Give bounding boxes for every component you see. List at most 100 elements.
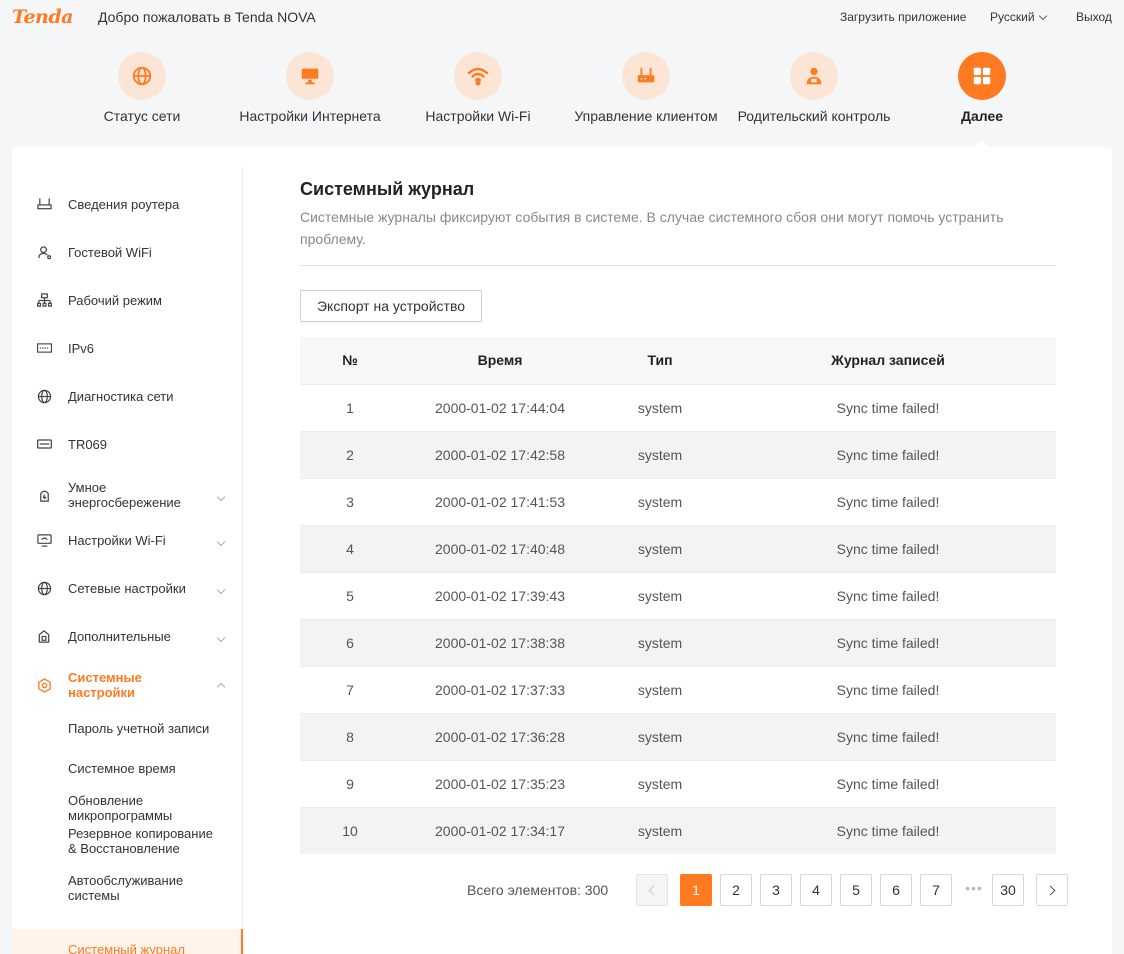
page-description: Системные журналы фиксируют события в си…: [300, 209, 1004, 247]
cell-type: system: [600, 618, 720, 666]
cell-type: system: [600, 806, 720, 854]
cell-log: Sync time failed!: [720, 712, 1056, 760]
sidebar: Сведения роутера Гостевой WiFi Рабочий р…: [12, 167, 243, 954]
nav-label: Настройки Интернета: [239, 108, 381, 124]
lock-icon: [36, 628, 52, 644]
sidebar-item-guest-wifi[interactable]: Гостевой WiFi: [12, 232, 243, 272]
chevron-down-icon: [1038, 11, 1047, 20]
cell-time: 2000-01-02 17:44:04: [400, 383, 600, 431]
sidebar-item-ipv6[interactable]: IPv6: [12, 328, 243, 368]
pagination-ellipsis[interactable]: •••: [958, 880, 990, 896]
sidebar-item-router-info[interactable]: Сведения роутера: [12, 184, 243, 224]
grid-icon: [958, 52, 1006, 100]
sidebar-item-label: Гостевой WiFi: [68, 244, 152, 260]
subitem-account-password[interactable]: Пароль учетной записи: [68, 721, 218, 736]
page-button-2[interactable]: 2: [720, 874, 752, 906]
cell-log: Sync time failed!: [720, 383, 1056, 431]
page-button-7[interactable]: 7: [920, 874, 952, 906]
language-label: Русский: [990, 10, 1035, 24]
column-header-type: Тип: [600, 337, 720, 384]
cell-type: system: [600, 524, 720, 572]
nav-label: Настройки Wi-Fi: [425, 108, 531, 124]
wifi-icon: [454, 52, 502, 100]
table-row: 2 2000-01-02 17:42:58 system Sync time f…: [300, 430, 1056, 478]
page-button-6[interactable]: 6: [880, 874, 912, 906]
subitem-system-log[interactable]: Системный журнал: [12, 929, 243, 954]
cell-number: 2: [300, 430, 400, 478]
cell-number: 8: [300, 712, 400, 760]
chevron-down-icon: [216, 487, 226, 503]
cell-number: 7: [300, 665, 400, 713]
router-icon: [622, 52, 670, 100]
sidebar-item-label: TR069: [68, 436, 108, 452]
next-page-button[interactable]: [1036, 874, 1068, 906]
page-button-4[interactable]: 4: [800, 874, 832, 906]
download-app-link[interactable]: Загрузить приложение: [840, 10, 966, 24]
cell-type: system: [600, 665, 720, 713]
sidebar-item-label: Сведения роутера: [68, 196, 180, 212]
cell-log: Sync time failed!: [720, 759, 1056, 807]
total-items-label: Всего элементов: 300: [467, 882, 609, 898]
nav-label: Управление клиентом: [574, 108, 718, 124]
table-row: 1 2000-01-02 17:44:04 system Sync time f…: [300, 383, 1056, 431]
export-button[interactable]: Экспорт на устройство: [300, 290, 482, 322]
language-select[interactable]: Русский: [990, 10, 1047, 24]
power-icon: [36, 487, 52, 503]
page-button-5[interactable]: 5: [840, 874, 872, 906]
sidebar-item-label: Сетевые настройки: [68, 580, 186, 596]
sidebar-item-tr069[interactable]: TR069: [12, 424, 243, 464]
router-info-icon: [36, 196, 52, 212]
cell-number: 5: [300, 571, 400, 619]
table-header-row: № Время Тип Журнал записей: [300, 337, 1056, 384]
table-row: 3 2000-01-02 17:41:53 system Sync time f…: [300, 477, 1056, 525]
nav-internet-settings[interactable]: Настройки Интернета: [234, 52, 386, 124]
cell-number: 10: [300, 806, 400, 854]
cell-time: 2000-01-02 17:34:17: [400, 806, 600, 854]
page-button-last[interactable]: 30: [992, 874, 1024, 906]
sidebar-item-label: IPv6: [68, 340, 95, 356]
cell-type: system: [600, 712, 720, 760]
nav-client-management[interactable]: Управление клиентом: [572, 52, 720, 124]
sidebar-item-network-diagnostics[interactable]: Диагностика сети: [12, 376, 243, 416]
column-header-time: Время: [400, 337, 600, 384]
sidebar-item-work-mode[interactable]: Рабочий режим: [12, 280, 243, 320]
nav-more[interactable]: Далее: [952, 52, 1012, 124]
subitem-label: Системный журнал: [68, 941, 185, 954]
welcome-text: Добро пожаловать в Tenda NOVA: [98, 9, 316, 25]
nav-label: Родительский контроль: [737, 108, 891, 124]
parent-icon: [790, 52, 838, 100]
cell-time: 2000-01-02 17:39:43: [400, 571, 600, 619]
chevron-down-icon: [216, 628, 226, 644]
cell-number: 1: [300, 383, 400, 431]
ipv6-icon: [36, 340, 52, 356]
prev-page-button[interactable]: [636, 874, 668, 906]
sidebar-item-smart-power[interactable]: Умное энергосбережение: [12, 475, 243, 515]
subitem-auto-maintenance[interactable]: Автообслуживание системы: [68, 873, 218, 903]
sidebar-item-label: Рабочий режим: [68, 292, 162, 308]
nav-parental-control[interactable]: Родительский контроль: [735, 52, 893, 124]
cell-number: 9: [300, 759, 400, 807]
page-button-3[interactable]: 3: [760, 874, 792, 906]
cell-time: 2000-01-02 17:38:38: [400, 618, 600, 666]
sidebar-item-label: Диагностика сети: [68, 388, 174, 404]
cell-type: system: [600, 571, 720, 619]
wifi-settings-icon: [36, 532, 52, 548]
nav-wifi-settings[interactable]: Настройки Wi-Fi: [423, 52, 533, 124]
top-nav: Статус сети Настройки Интернета Настройк…: [0, 40, 1124, 140]
cell-type: system: [600, 477, 720, 525]
table-row: 8 2000-01-02 17:36:28 system Sync time f…: [300, 712, 1056, 760]
sidebar-item-wifi-settings[interactable]: Настройки Wi-Fi: [12, 520, 243, 560]
subitem-firmware-update[interactable]: Обновление микропрограммы: [68, 793, 218, 823]
guest-icon: [36, 244, 52, 260]
sidebar-item-network-settings[interactable]: Сетевые настройки: [12, 568, 243, 608]
nav-network-status[interactable]: Статус сети: [99, 52, 185, 124]
sidebar-item-advanced[interactable]: Дополнительные: [12, 616, 243, 656]
table-row: 5 2000-01-02 17:39:43 system Sync time f…: [300, 571, 1056, 619]
logout-link[interactable]: Выход: [1076, 10, 1112, 24]
subitem-system-time[interactable]: Системное время: [68, 761, 218, 776]
table-row: 10 2000-01-02 17:34:17 system Sync time …: [300, 806, 1056, 854]
sidebar-item-system-settings[interactable]: Системные настройки: [12, 665, 243, 705]
subitem-backup-restore[interactable]: Резервное копирование & Восстановление: [68, 826, 218, 856]
page-button-1[interactable]: 1: [680, 874, 712, 906]
mode-icon: [36, 292, 52, 308]
